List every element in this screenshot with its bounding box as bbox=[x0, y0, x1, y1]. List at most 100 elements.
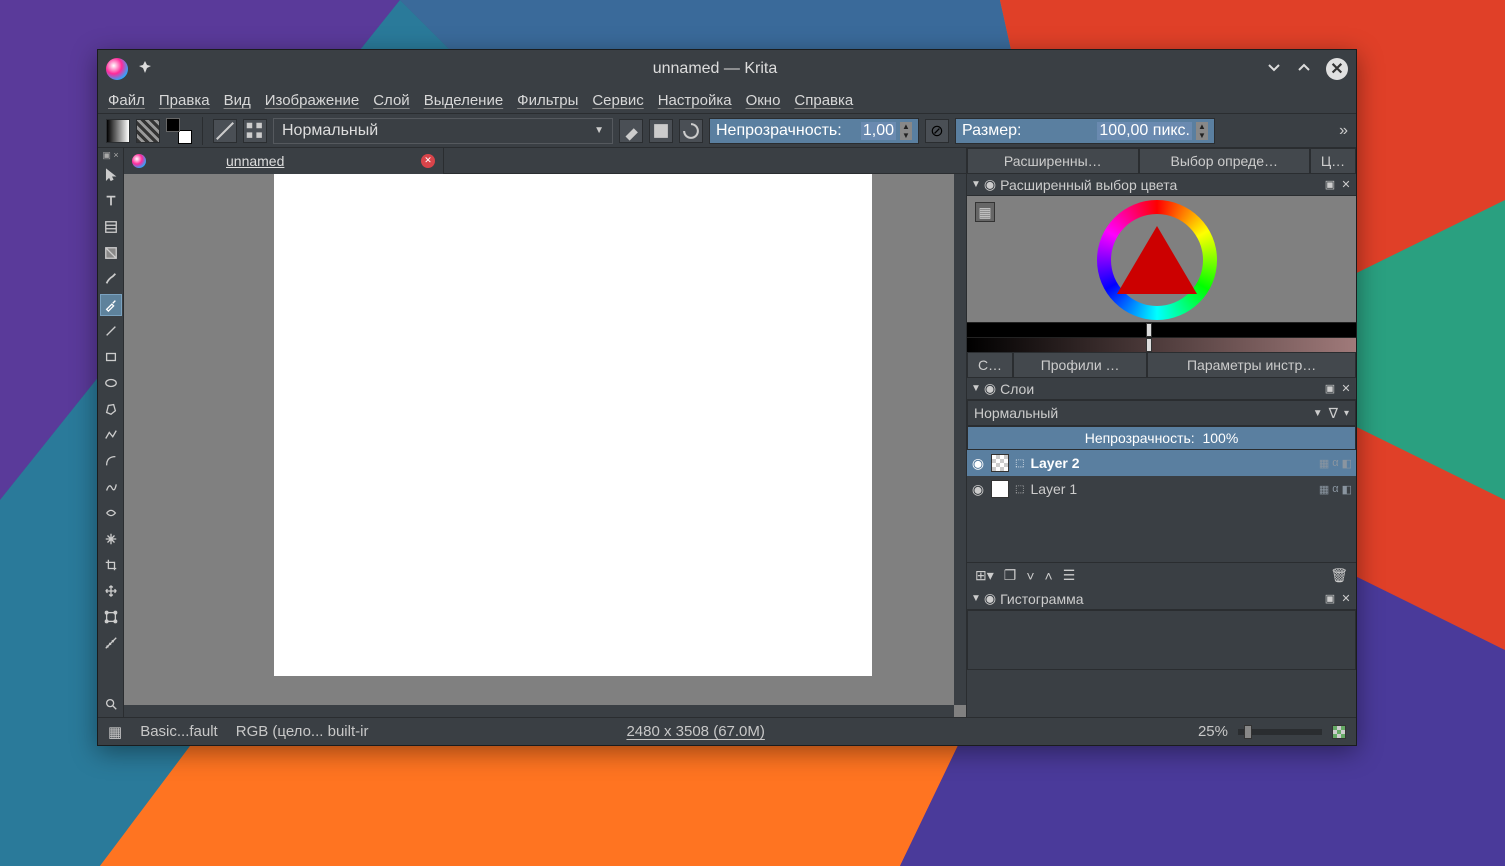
tool-move[interactable] bbox=[100, 580, 122, 602]
delete-layer-button[interactable]: 🗑 bbox=[1330, 567, 1348, 584]
opacity-spinbox[interactable]: Непрозрачность: 1,00 ▲▼ bbox=[709, 118, 919, 144]
dock-tab-advanced-color[interactable]: Расширенны… bbox=[967, 148, 1139, 174]
hue-ring[interactable] bbox=[1097, 200, 1217, 320]
detach-icon[interactable]: ◉ bbox=[984, 590, 996, 607]
dock-tab-tool-options[interactable]: Параметры инстр… bbox=[1147, 352, 1356, 378]
close-dock-icon[interactable]: ✕ bbox=[1340, 383, 1352, 395]
layer-link-icon[interactable]: ⬚ bbox=[1015, 458, 1024, 469]
lock-icon[interactable]: ▦ bbox=[1319, 483, 1329, 496]
fg-bg-color-swatch[interactable] bbox=[166, 118, 192, 144]
layer-properties-button[interactable]: ☰ bbox=[1063, 567, 1076, 584]
layer-row[interactable]: ◉ ⬚ Layer 1 ▦α◧ bbox=[967, 476, 1356, 502]
spin-arrows-icon[interactable]: ▲▼ bbox=[900, 122, 912, 140]
tool-gradient-edit[interactable] bbox=[100, 242, 122, 264]
spin-arrows-icon[interactable]: ▲▼ bbox=[1196, 122, 1208, 140]
horizontal-scrollbar[interactable] bbox=[124, 705, 954, 717]
advanced-color-selector[interactable]: ▦ bbox=[967, 196, 1356, 352]
saturation-triangle[interactable] bbox=[1117, 226, 1197, 294]
collapse-triangle-icon[interactable]: ▼ bbox=[971, 383, 981, 394]
titlebar[interactable]: unnamed — Krita ✕ bbox=[98, 50, 1356, 88]
menu-edit[interactable]: Правка bbox=[159, 92, 210, 109]
float-icon[interactable]: ▣ bbox=[1324, 383, 1336, 395]
visibility-icon[interactable]: ◉ bbox=[971, 481, 985, 498]
brush-editor-icon[interactable] bbox=[213, 119, 237, 143]
dock-tab-profiles[interactable]: Профили … bbox=[1013, 352, 1147, 378]
collapse-triangle-icon[interactable]: ▼ bbox=[971, 179, 981, 190]
tool-color-sampler[interactable] bbox=[100, 294, 122, 316]
tool-measure[interactable] bbox=[100, 632, 122, 654]
tool-transform[interactable] bbox=[100, 606, 122, 628]
menu-settings[interactable]: Настройка bbox=[658, 92, 732, 109]
gradient-preset-icon[interactable] bbox=[106, 119, 130, 143]
status-brush-preset[interactable]: Basic...fault bbox=[140, 723, 218, 740]
tool-polygon[interactable] bbox=[100, 398, 122, 420]
shade-strip[interactable] bbox=[967, 337, 1356, 352]
menu-select[interactable]: Выделение bbox=[424, 92, 503, 109]
tool-ellipse[interactable] bbox=[100, 372, 122, 394]
duplicate-layer-button[interactable]: ❐ bbox=[1004, 567, 1017, 584]
tool-zoom[interactable] bbox=[100, 693, 122, 715]
maximize-button[interactable] bbox=[1296, 59, 1312, 80]
float-icon[interactable]: ▣ bbox=[1324, 593, 1336, 605]
detach-icon[interactable]: ◉ bbox=[984, 380, 996, 397]
size-spinbox[interactable]: Размер: 100,00 пикс. ▲▼ bbox=[955, 118, 1215, 144]
inherit-alpha-icon[interactable]: ◧ bbox=[1342, 457, 1352, 470]
brush-preset-grid-icon[interactable] bbox=[243, 119, 267, 143]
tool-crop[interactable] bbox=[100, 554, 122, 576]
float-icon[interactable]: ▣ bbox=[1324, 179, 1336, 191]
layer-name[interactable]: Layer 2 bbox=[1030, 455, 1312, 471]
blend-mode-select[interactable]: Нормальный ▼ bbox=[273, 118, 613, 144]
dock-tab-specific-color[interactable]: Выбор опреде… bbox=[1139, 148, 1311, 174]
alpha-lock-icon[interactable] bbox=[649, 119, 673, 143]
reload-preset-icon[interactable] bbox=[679, 119, 703, 143]
histogram-dock-header[interactable]: ▼ ◉ Гистограмма ▣✕ bbox=[967, 588, 1356, 610]
menu-help[interactable]: Справка bbox=[794, 92, 853, 109]
tool-polyline[interactable] bbox=[100, 424, 122, 446]
tool-line[interactable] bbox=[100, 320, 122, 342]
alpha-icon[interactable]: α bbox=[1332, 457, 1338, 470]
eraser-mode-icon[interactable] bbox=[619, 119, 643, 143]
layer-opacity-slider[interactable]: Непрозрачность: 100% bbox=[967, 426, 1356, 450]
layers-dock-header[interactable]: ▼ ◉ Слои ▣✕ bbox=[967, 378, 1356, 400]
visibility-icon[interactable]: ◉ bbox=[971, 455, 985, 472]
close-dock-icon[interactable]: ✕ bbox=[1340, 593, 1352, 605]
lock-icon[interactable]: ▦ bbox=[1319, 457, 1329, 470]
selection-mask-icon[interactable]: ▦ bbox=[108, 723, 122, 741]
menu-layer[interactable]: Слой bbox=[373, 92, 409, 109]
layer-link-icon[interactable]: ⬚ bbox=[1015, 484, 1024, 495]
add-layer-button[interactable]: ⊞▾ bbox=[975, 567, 994, 584]
status-zoom-value[interactable]: 25% bbox=[1198, 723, 1228, 740]
vertical-scrollbar[interactable] bbox=[954, 174, 966, 705]
menu-view[interactable]: Вид bbox=[224, 92, 251, 109]
menu-window[interactable]: Окно bbox=[746, 92, 781, 109]
menu-filters[interactable]: Фильтры bbox=[517, 92, 578, 109]
tool-text[interactable] bbox=[100, 190, 122, 212]
menu-tools[interactable]: Сервис bbox=[592, 92, 643, 109]
canvas-viewport[interactable] bbox=[124, 174, 966, 717]
zoom-fit-icon[interactable] bbox=[1332, 725, 1346, 739]
tool-brush[interactable] bbox=[100, 268, 122, 290]
layer-blend-mode-select[interactable]: Нормальный ▼ ∇ ▾ bbox=[967, 400, 1356, 426]
dock-tab-layers-short[interactable]: С… bbox=[967, 352, 1013, 378]
pin-icon[interactable] bbox=[138, 60, 152, 79]
opacity-link-icon[interactable]: ⊘ bbox=[925, 119, 949, 143]
alpha-icon[interactable]: α bbox=[1332, 483, 1338, 496]
canvas[interactable] bbox=[274, 174, 872, 676]
filter-icon[interactable]: ∇ bbox=[1329, 405, 1338, 422]
color-settings-icon[interactable]: ▦ bbox=[975, 202, 995, 222]
document-tab[interactable]: unnamed ✕ bbox=[124, 148, 444, 174]
close-button[interactable]: ✕ bbox=[1326, 58, 1348, 80]
tool-pointer[interactable] bbox=[100, 164, 122, 186]
tool-freehand-path[interactable] bbox=[100, 476, 122, 498]
status-colorspace[interactable]: RGB (цело... built-ir bbox=[236, 723, 369, 740]
layer-name[interactable]: Layer 1 bbox=[1030, 481, 1312, 497]
dock-tab-color-short[interactable]: Ц… bbox=[1310, 148, 1356, 174]
tab-close-icon[interactable]: ✕ bbox=[421, 154, 435, 168]
minimize-button[interactable] bbox=[1266, 59, 1282, 80]
toolbar-overflow-icon[interactable]: » bbox=[1339, 122, 1348, 140]
color-dock-header[interactable]: ▼ ◉ Расширенный выбор цвета ▣✕ bbox=[967, 174, 1356, 196]
move-layer-up-button[interactable]: ˄ bbox=[1045, 568, 1053, 584]
layer-row[interactable]: ◉ ⬚ Layer 2 ▦α ◧ bbox=[967, 450, 1356, 476]
tool-dynamic-brush[interactable] bbox=[100, 502, 122, 524]
tool-bezier[interactable] bbox=[100, 450, 122, 472]
